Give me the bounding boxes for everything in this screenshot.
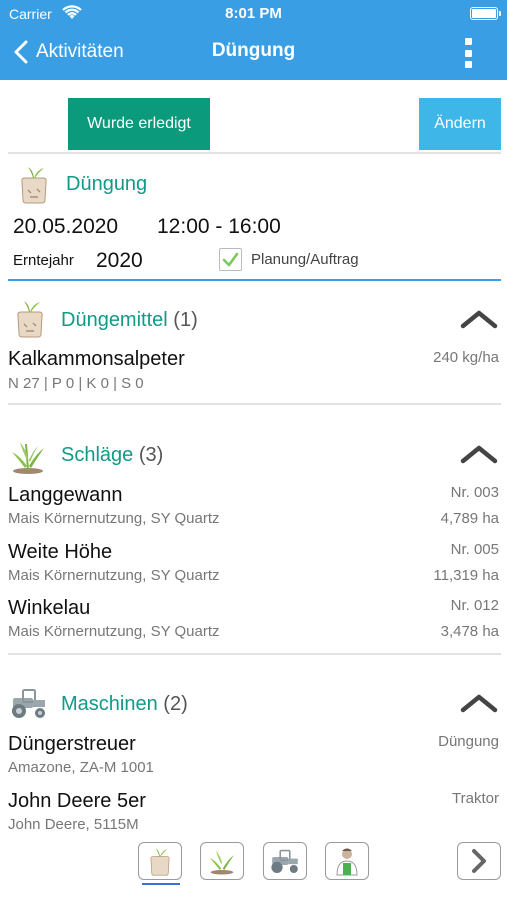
item-area: 3,478 ha	[440, 623, 499, 640]
item-area: 11,319 ha	[433, 567, 499, 584]
checkmark-icon	[222, 252, 239, 267]
more-menu-icon[interactable]	[461, 36, 475, 70]
tractor-icon	[12, 689, 45, 718]
battery-icon	[470, 7, 501, 20]
section-count: (2)	[163, 693, 188, 715]
item-type: Traktor	[452, 790, 499, 807]
collapse-chevron-icon[interactable]	[459, 443, 499, 465]
item-detail: John Deere, 5115M	[8, 816, 139, 833]
section-header-schlaege[interactable]: Schläge (3)	[61, 444, 163, 467]
tab-duengemittel[interactable]	[138, 842, 182, 880]
edit-button[interactable]: Ändern	[419, 98, 501, 150]
status-time: 8:01 PM	[225, 5, 282, 22]
back-button[interactable]: Aktivitäten	[12, 36, 124, 68]
list-item[interactable]: Langgewann Mais Körnernutzung, SY Quartz…	[0, 480, 507, 532]
activity-title: Düngung	[66, 173, 148, 195]
erntejahr-label: Erntejahr	[13, 252, 74, 269]
item-detail: Mais Körnernutzung, SY Quartz	[8, 510, 220, 527]
collapse-chevron-icon[interactable]	[459, 308, 499, 330]
item-amount: 240 kg/ha	[433, 349, 499, 366]
list-item[interactable]: Kalkammonsalpeter N 27 | P 0 | K 0 | S 0…	[0, 344, 507, 396]
chevron-left-icon	[14, 40, 28, 64]
tab-maschinen[interactable]	[263, 842, 307, 880]
list-item[interactable]: Weite Höhe Mais Körnernutzung, SY Quartz…	[0, 537, 507, 589]
activity-date: 20.05.2020	[13, 215, 119, 238]
item-detail: N 27 | P 0 | K 0 | S 0	[8, 375, 144, 392]
item-name: Langgewann	[8, 484, 123, 506]
planung-label: Planung/Auftrag	[251, 251, 359, 268]
plant-icon	[210, 850, 234, 875]
item-name: Kalkammonsalpeter	[8, 348, 185, 370]
nav-bar: Carrier 8:01 PM Aktivitäten Düngung	[0, 0, 507, 80]
item-area: 4,789 ha	[440, 510, 499, 527]
erntejahr-value: 2020	[96, 249, 143, 272]
section-title: Maschinen	[61, 693, 158, 715]
divider	[8, 403, 501, 405]
next-button[interactable]	[457, 842, 501, 880]
activity-time-range: 12:00 - 16:00	[157, 215, 281, 238]
section-header-duengemittel[interactable]: Düngemittel (1)	[61, 309, 198, 332]
item-name: Winkelau	[8, 597, 91, 619]
item-type: Düngung	[438, 733, 499, 750]
divider	[8, 152, 501, 154]
list-item[interactable]: Winkelau Mais Körnernutzung, SY Quartz N…	[0, 594, 507, 646]
item-detail: Mais Körnernutzung, SY Quartz	[8, 623, 220, 640]
worker-icon	[336, 848, 358, 876]
header-divider	[8, 279, 501, 281]
section-title: Düngemittel	[61, 309, 168, 331]
item-nr: Nr. 005	[450, 541, 499, 558]
chevron-right-icon	[472, 849, 486, 873]
section-title: Schläge	[61, 444, 134, 466]
planung-checkbox[interactable]	[219, 248, 242, 271]
item-detail: Mais Körnernutzung, SY Quartz	[8, 567, 220, 584]
item-name: Düngerstreuer	[8, 733, 136, 755]
tractor-icon	[271, 849, 298, 873]
fertilizer-bag-icon	[21, 167, 47, 204]
fertilizer-bag-icon	[150, 848, 170, 876]
list-item[interactable]: John Deere 5er John Deere, 5115M Traktor	[0, 787, 507, 839]
item-nr: Nr. 003	[450, 484, 499, 501]
tab-personal[interactable]	[325, 842, 369, 880]
plant-icon	[12, 442, 44, 474]
section-count: (3)	[138, 444, 164, 466]
collapse-chevron-icon[interactable]	[459, 692, 499, 714]
back-label: Aktivitäten	[36, 41, 124, 62]
mark-done-button[interactable]: Wurde erledigt	[68, 98, 210, 150]
section-header-maschinen[interactable]: Maschinen (2)	[61, 693, 188, 716]
fertilizer-bag-icon	[17, 301, 43, 338]
item-detail: Amazone, ZA-M 1001	[8, 759, 154, 776]
item-name: John Deere 5er	[8, 790, 146, 812]
divider	[8, 653, 501, 655]
item-name: Weite Höhe	[8, 541, 113, 563]
item-nr: Nr. 012	[450, 597, 499, 614]
list-item[interactable]: Düngerstreuer Amazone, ZA-M 1001 Düngung	[0, 730, 507, 782]
section-count: (1)	[173, 309, 198, 331]
active-tab-indicator	[142, 883, 180, 885]
tab-schlaege[interactable]	[200, 842, 244, 880]
